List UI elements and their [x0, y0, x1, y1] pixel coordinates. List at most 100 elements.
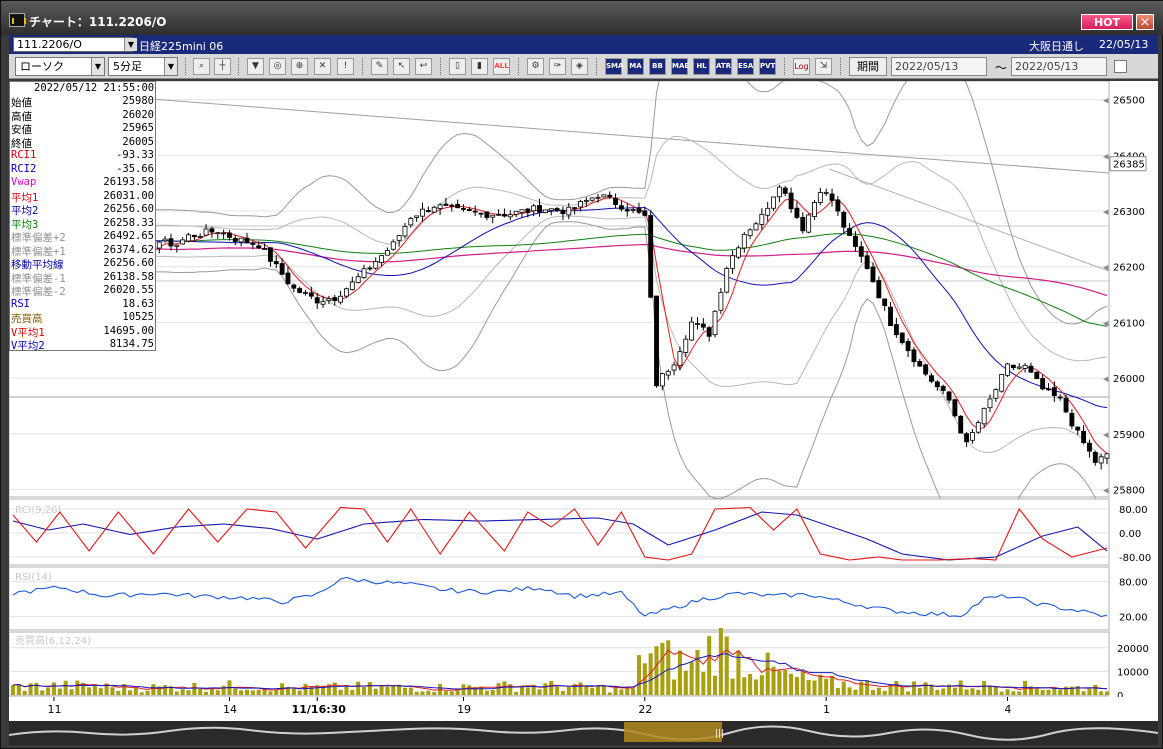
volume-bar [244, 689, 250, 695]
pencil-icon[interactable]: ✎ [371, 58, 388, 75]
volume-bar [549, 681, 554, 695]
date-to-field[interactable]: 2022/05/13 [1011, 57, 1107, 76]
export-icon[interactable]: ⇲ [815, 58, 832, 75]
navigator-handle[interactable] [624, 722, 722, 742]
candle-body [525, 208, 531, 213]
volume-bar [402, 687, 408, 695]
chevron-down-icon[interactable]: ▼ [124, 38, 137, 51]
bull-icon[interactable]: ▼ [247, 58, 264, 75]
candle-body [905, 341, 911, 352]
candle-body [314, 297, 320, 304]
candle-body [835, 199, 841, 212]
timeframe-select[interactable]: 5分足 ▼ [108, 57, 178, 76]
volume-bar [1064, 686, 1069, 695]
chevron-down-icon[interactable]: ▼ [164, 58, 177, 75]
volume-bar [46, 687, 51, 695]
hot-button[interactable]: HOT [1081, 14, 1133, 30]
volume-bar [818, 674, 823, 695]
period-button[interactable]: 期間 [849, 57, 887, 76]
time-axis: 11 14 11/16:30 19 22 1 4 [9, 697, 1158, 721]
volume-bar [1046, 689, 1051, 695]
volume-bar [759, 675, 764, 695]
volume-bar [350, 689, 355, 695]
volume-bar [1058, 689, 1063, 695]
volume-bar [847, 687, 852, 695]
all-button[interactable]: ALL [493, 58, 510, 75]
volume-bar [502, 681, 507, 695]
xbar-icon[interactable]: ✕ [314, 58, 331, 75]
zoom-icon[interactable]: ⌕ [193, 58, 210, 75]
volume-bar [999, 691, 1004, 695]
range-checkbox[interactable] [1114, 60, 1127, 73]
crosshair-icon[interactable]: ┼ [214, 58, 231, 75]
candle-body [396, 235, 402, 241]
volume-bar [484, 690, 489, 695]
candle-body [695, 323, 700, 325]
magnify-icon[interactable]: ◎ [269, 58, 286, 75]
symbol-code: 111.2206/O [17, 38, 82, 51]
log-scale-button[interactable]: Log [793, 58, 810, 75]
candle-body [262, 248, 267, 250]
candle-icon[interactable]: ▯ [449, 58, 466, 75]
symbol-input[interactable]: 111.2206/O ▼ [13, 37, 137, 52]
candle-body [899, 332, 905, 344]
info-row: RSI 18.63 [10, 298, 156, 311]
indicator-pvt-button[interactable]: PVT [759, 58, 776, 75]
candle-body [1069, 412, 1075, 427]
cursor-icon[interactable]: ↖ [393, 58, 410, 75]
navigator-bar[interactable]: ||| [9, 721, 1158, 745]
info-value: 26256.60 [103, 257, 154, 269]
symbol-bar: 111.2206/O ▼ 日経225mini 06 大阪日通し 22/05/13 [9, 35, 1158, 54]
candle-body [490, 214, 496, 218]
info-value: 25965 [122, 122, 154, 134]
candle-body [858, 246, 864, 257]
indicator-esa-button[interactable]: ESA [737, 58, 754, 75]
info-value: 26258.33 [103, 216, 154, 229]
disabled-tool-icon[interactable]: ! [337, 58, 354, 75]
volume-bar [543, 683, 548, 695]
volume-bar [654, 646, 659, 695]
volume-bar [525, 687, 530, 695]
volume-bar [1093, 684, 1098, 695]
undo-icon[interactable]: ↩ [415, 58, 432, 75]
indicator-ma-button[interactable]: MA [627, 58, 644, 75]
chevron-down-icon[interactable]: ▼ [91, 58, 104, 75]
candle-body [180, 239, 186, 245]
candle-body [595, 196, 601, 199]
volume-bar [677, 650, 682, 695]
chart-canvas[interactable]: 25800◀25900◀26000◀26100◀26200◀26300◀2640… [9, 81, 1158, 721]
candle-pair-icon[interactable]: ▮ [471, 58, 488, 75]
timeframe-value: 5分足 [113, 60, 142, 73]
price-tick-label: 26500 [1113, 96, 1145, 107]
candle-body [981, 407, 987, 425]
volume-bar [952, 687, 957, 695]
candle-body [320, 300, 326, 305]
volume-bar [250, 690, 255, 695]
title-bar[interactable]: チャート：111.2206/O HOT × [1, 1, 1163, 35]
indicator-hl-button[interactable]: HL [693, 58, 710, 75]
indicator-sma-button[interactable]: SMA [605, 58, 623, 75]
volume-bar [1034, 688, 1039, 695]
indicator-atr-button[interactable]: ATR [715, 58, 732, 75]
info-value: -93.33 [116, 149, 154, 161]
settings-icon[interactable]: ⚙ [527, 58, 544, 75]
candle-body [156, 241, 162, 249]
info-row: RCI1 -93.33 [10, 149, 156, 162]
indicator-mae-button[interactable]: MAE [671, 58, 689, 75]
close-icon[interactable]: × [1136, 14, 1154, 30]
candle-body [923, 364, 929, 375]
date-from-field[interactable]: 2022/05/13 [891, 57, 987, 76]
brush-icon[interactable]: ✑ [549, 58, 566, 75]
grip-icon[interactable]: ||| [715, 729, 724, 739]
volume-bar [853, 689, 858, 695]
candle-body [677, 351, 683, 366]
palette-icon[interactable]: ◈ [571, 58, 588, 75]
candle-body [478, 212, 484, 215]
indicator-bb-button[interactable]: BB [649, 58, 666, 75]
candle-body [724, 268, 730, 293]
volume-bar [870, 689, 876, 695]
lens-chart-icon[interactable]: ⊕ [291, 58, 308, 75]
chart-type-select[interactable]: ローソク ▼ [15, 57, 105, 76]
rci-panel-title: RCI(9,26) [15, 505, 62, 516]
volume-bar [982, 681, 987, 695]
